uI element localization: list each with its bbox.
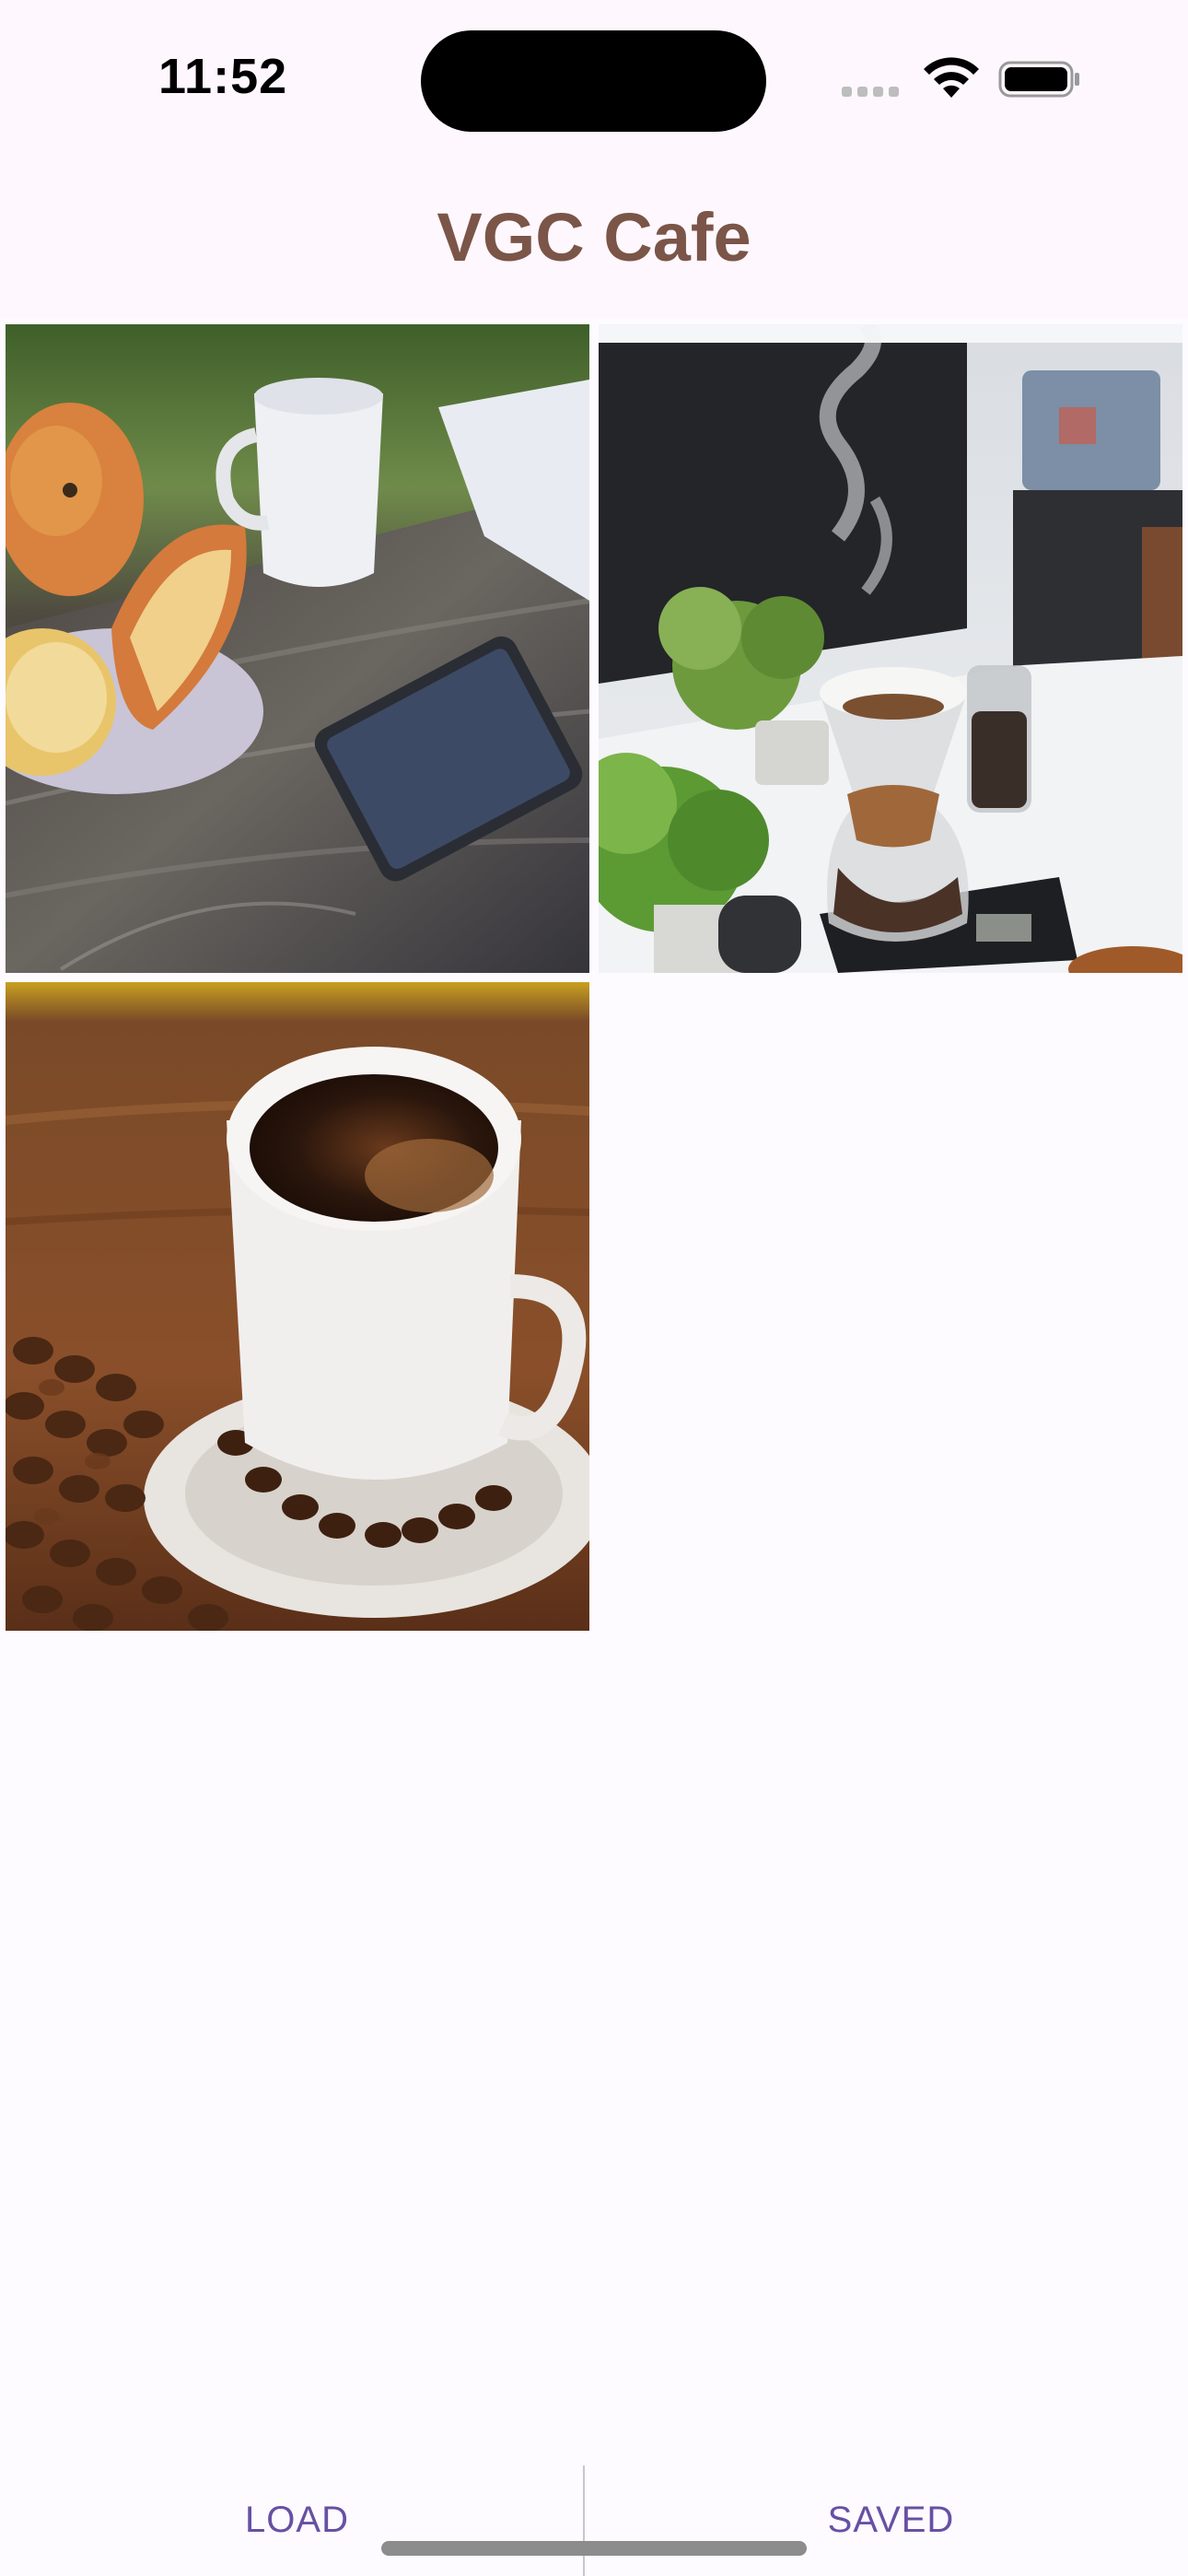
cellular-signal-icon xyxy=(842,87,899,97)
dynamic-island xyxy=(421,30,766,132)
home-indicator[interactable] xyxy=(381,2541,807,2556)
page-title: VGC Cafe xyxy=(437,199,751,275)
battery-icon xyxy=(998,61,1079,98)
gallery-image-2[interactable] xyxy=(599,324,1182,973)
gallery-image-1[interactable] xyxy=(6,324,589,973)
apples-coffee-phone-photo xyxy=(6,324,589,973)
gallery-image-3[interactable] xyxy=(6,982,589,1631)
coffee-cup-beans-photo xyxy=(6,982,589,1631)
wifi-icon xyxy=(924,57,979,98)
status-time: 11:52 xyxy=(158,49,288,104)
bottom-bar-divider xyxy=(583,2465,585,2576)
pour-over-coffee-plants-photo xyxy=(599,324,1182,973)
